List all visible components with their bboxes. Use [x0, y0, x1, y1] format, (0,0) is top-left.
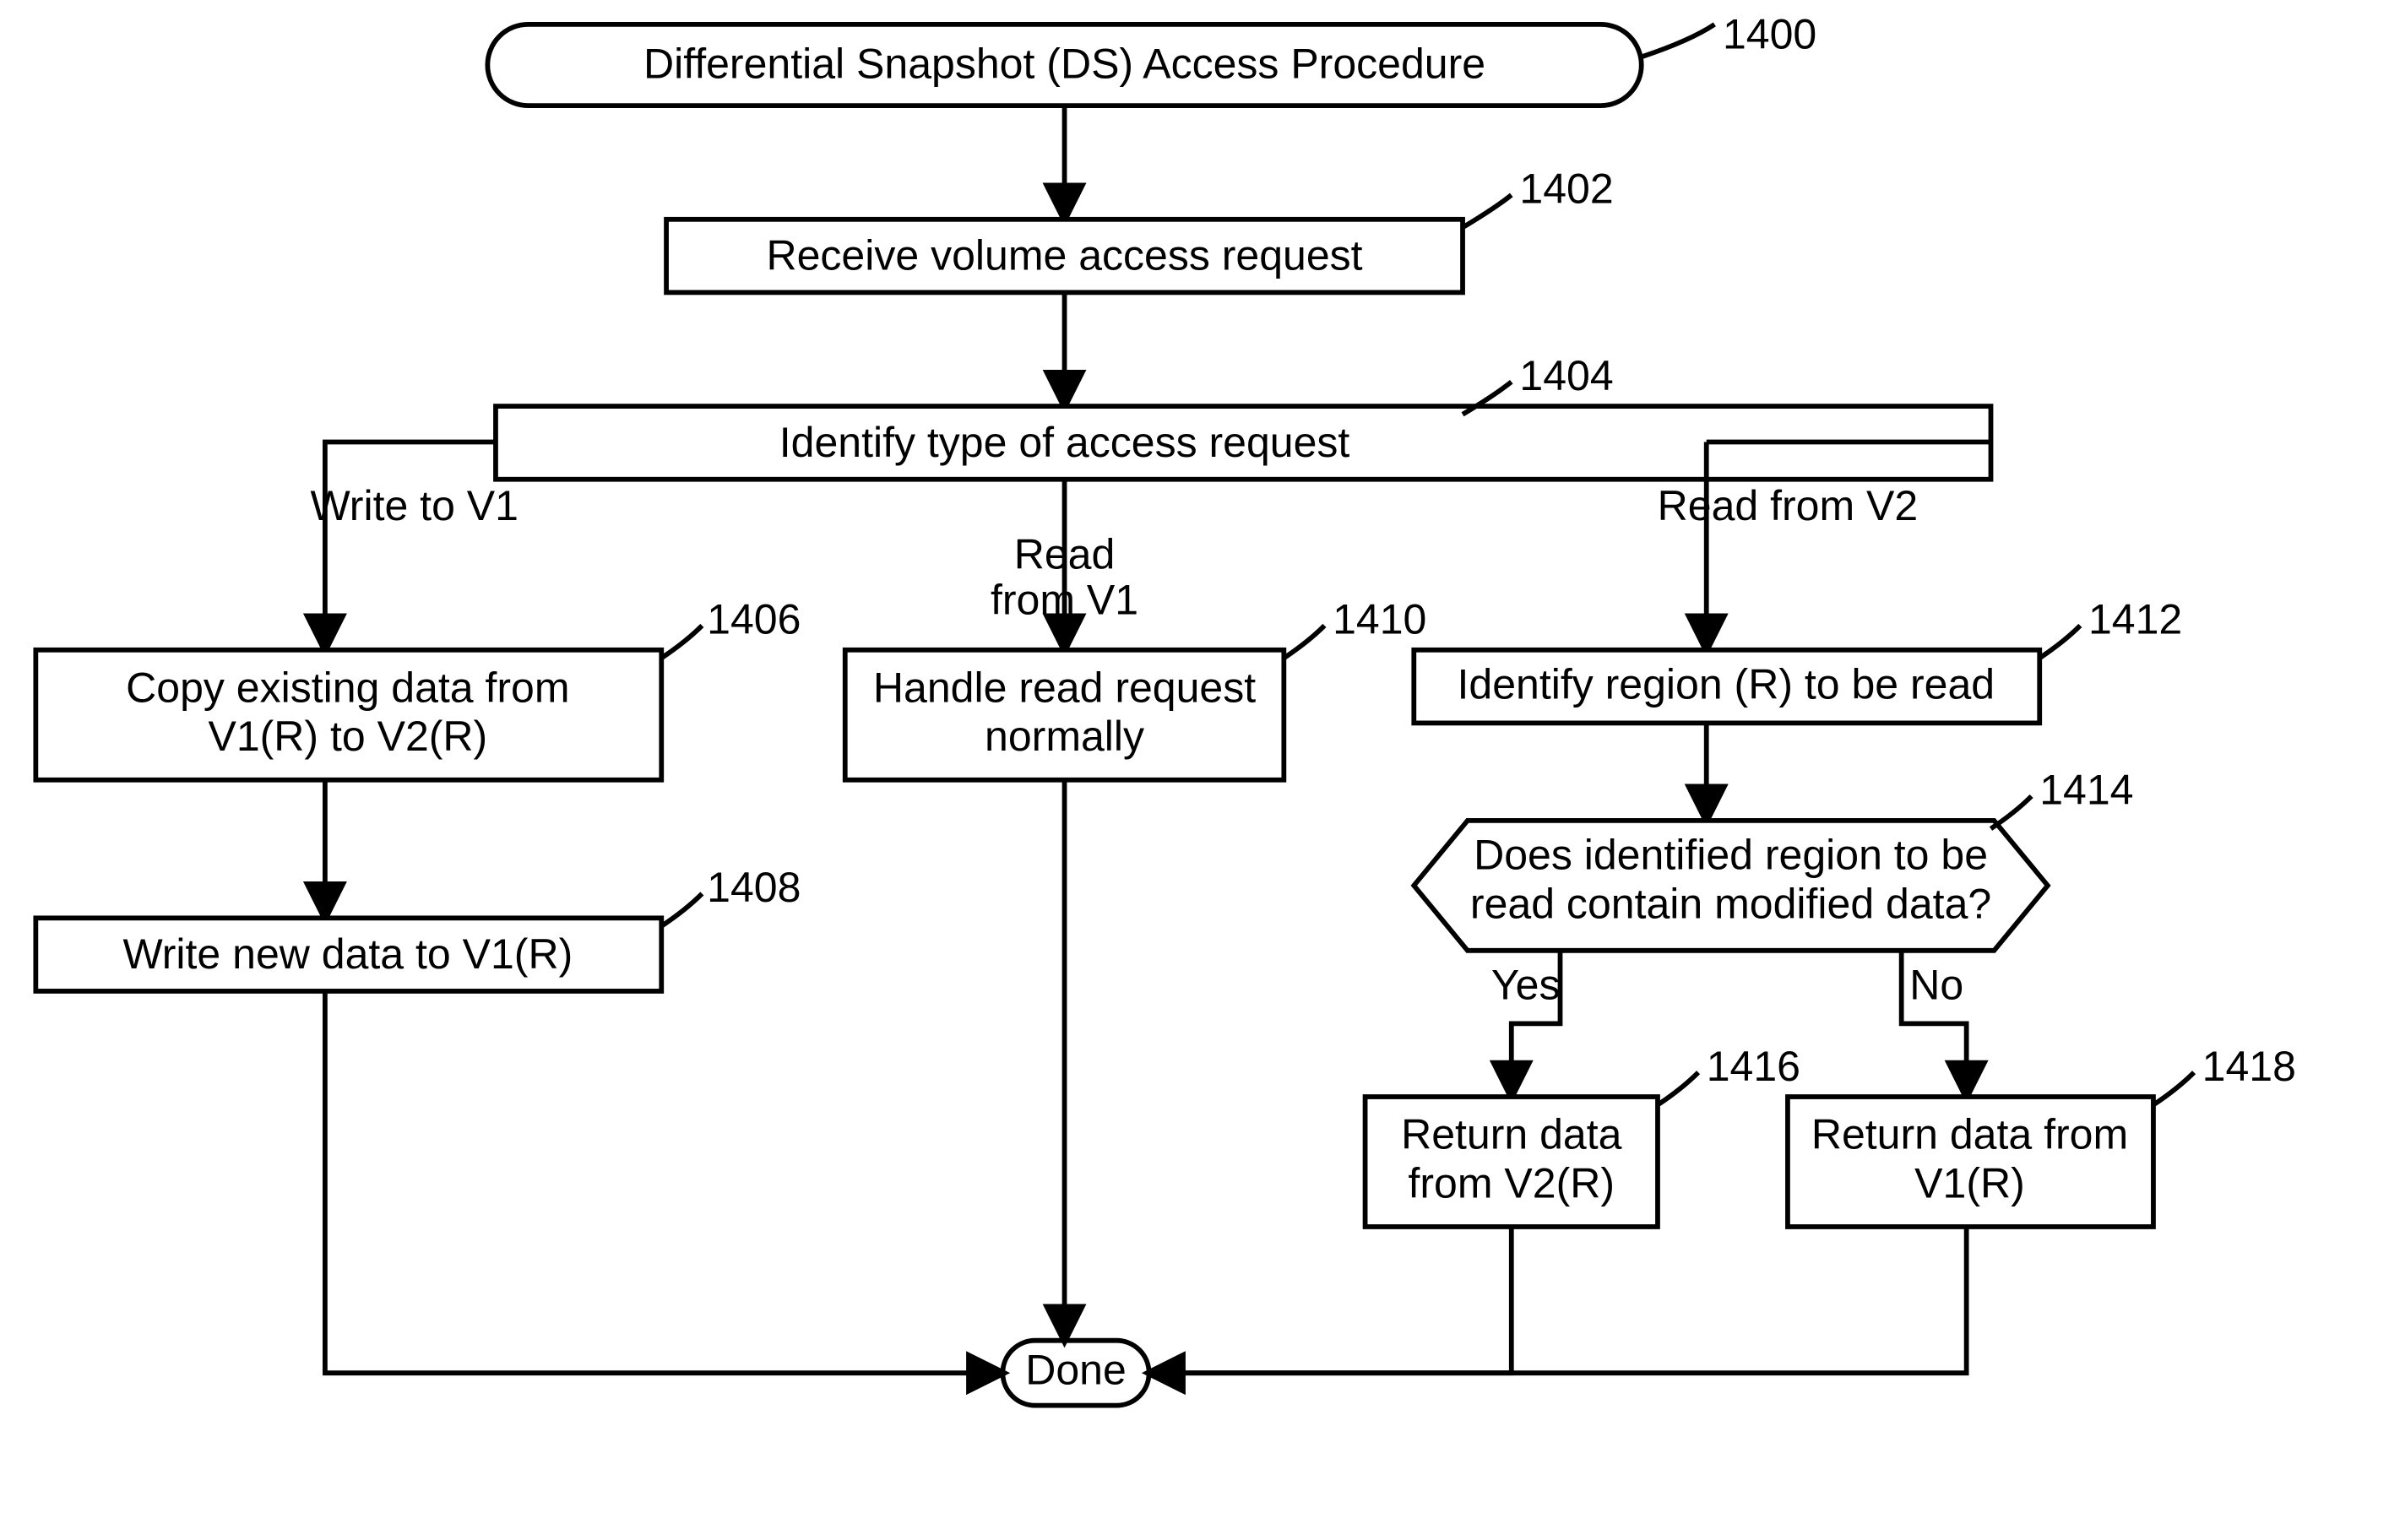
label-write-v1: Write to V1 [311, 482, 519, 529]
ref-1400: 1400 [1723, 11, 1816, 58]
node-1418-l2: V1(R) [1914, 1159, 2025, 1207]
ref-1414: 1414 [2039, 767, 2133, 814]
node-1402-text: Receive volume access request [766, 231, 1362, 279]
label-no: No [1909, 962, 1963, 1009]
node-1414-l1: Does identified region to be [1474, 832, 1988, 879]
ref-1408: 1408 [707, 864, 801, 911]
node-1410-l1: Handle read request [873, 664, 1256, 711]
ref-1412: 1412 [2088, 596, 2182, 643]
node-1406-l1: Copy existing data from [126, 664, 569, 711]
ref-1410: 1410 [1333, 596, 1426, 643]
node-1414-l2: read contain modified data? [1470, 880, 1991, 927]
node-decision: Does identified region to be read contai… [1414, 821, 2048, 951]
node-1416-l2: from V2(R) [1409, 1159, 1615, 1207]
node-1410-l2: normally [985, 713, 1144, 760]
node-done-text: Done [1025, 1347, 1127, 1394]
label-read-v1a: Read [1014, 531, 1116, 578]
node-start-text: Differential Snapshot (DS) Access Proced… [643, 40, 1485, 87]
node-1418-l1: Return data from [1811, 1111, 2128, 1158]
flowchart: Differential Snapshot (DS) Access Proced… [0, 0, 2389, 1511]
ref-1406: 1406 [707, 596, 801, 643]
label-read-v2: Read from V2 [1658, 482, 1919, 529]
node-done: Done [1002, 1341, 1148, 1406]
node-write-new: Write new data to V1(R) [35, 918, 661, 991]
node-handle-read: Handle read request normally [845, 650, 1284, 780]
node-1406-l2: V1(R) to V2(R) [208, 713, 487, 760]
node-return-v2: Return data from V2(R) [1366, 1097, 1658, 1227]
node-return-v1: Return data from V1(R) [1788, 1097, 2153, 1227]
node-1404-text: Identify type of access request [779, 419, 1350, 466]
node-identify-region: Identify region (R) to be read [1414, 650, 2039, 724]
label-yes: Yes [1491, 962, 1561, 1009]
node-1416-l1: Return data [1401, 1111, 1622, 1158]
ref-1404: 1404 [1519, 352, 1613, 399]
node-1408-text: Write new data to V1(R) [122, 930, 573, 978]
ref-1416: 1416 [1707, 1043, 1800, 1090]
node-receive-request: Receive volume access request [666, 220, 1463, 293]
node-1412-text: Identify region (R) to be read [1457, 661, 1995, 708]
node-start: Differential Snapshot (DS) Access Proced… [487, 24, 1641, 106]
ref-1418: 1418 [2202, 1043, 2296, 1090]
label-read-v1b: from V1 [991, 576, 1138, 623]
node-copy-existing: Copy existing data from V1(R) to V2(R) [35, 650, 661, 780]
ref-1402: 1402 [1519, 165, 1613, 213]
